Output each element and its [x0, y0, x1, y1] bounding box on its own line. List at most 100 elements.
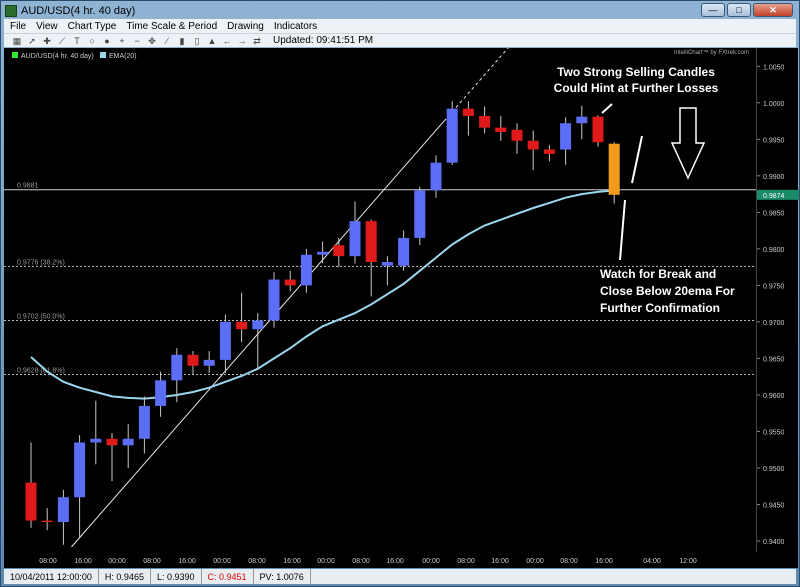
- zoom-out-icon[interactable]: −: [132, 36, 142, 46]
- status-high: H: 0.9465: [99, 569, 151, 584]
- candle-body: [122, 438, 134, 446]
- ema-legend-swatch: [100, 52, 106, 58]
- close-button[interactable]: ✕: [753, 3, 793, 17]
- menu-time-scale[interactable]: Time Scale & Period: [126, 21, 217, 32]
- candle-body: [349, 221, 361, 257]
- candle-body: [219, 321, 231, 360]
- price-tick-label: 0.9850: [763, 210, 785, 217]
- time-tick-label: 08:00: [39, 558, 57, 565]
- price-tick-label: 0.9800: [763, 247, 785, 254]
- chart-area[interactable]: AUD/USD(4 hr. 40 day) EMA(20) IntelliChart…: [4, 12, 756, 552]
- candle-body: [138, 405, 150, 439]
- candle-icon[interactable]: ▯: [192, 36, 202, 46]
- time-tick-label: 08:00: [143, 558, 161, 565]
- grid-icon[interactable]: ▦: [12, 36, 22, 46]
- candle-body: [381, 262, 393, 266]
- maximize-button[interactable]: □: [727, 3, 751, 17]
- candle-body: [252, 320, 264, 330]
- candle-body: [592, 116, 604, 143]
- price-axis-svg: 1.0050 1.0000 0.9950 0.9900 0.9850 0.9800 0.97…: [757, 64, 799, 546]
- current-price-label: 0.9874: [763, 193, 785, 200]
- time-tick-label: 12:00: [679, 558, 697, 565]
- price-tick-label: 0.9900: [763, 174, 785, 181]
- line-chart-icon[interactable]: ∕: [162, 36, 172, 46]
- arrow-right-icon[interactable]: →: [237, 36, 247, 46]
- area-icon[interactable]: ▲: [207, 36, 217, 46]
- zoom-in-icon[interactable]: +: [117, 36, 127, 46]
- time-tick-label: 04:00: [643, 558, 661, 565]
- level-label: 0.9628 (61.8%): [17, 368, 65, 375]
- window-controls: — □ ✕: [701, 3, 793, 17]
- time-tick-label: 08:00: [560, 558, 578, 565]
- trendline-icon[interactable]: ⟋: [57, 36, 67, 46]
- minimize-button[interactable]: —: [701, 3, 725, 17]
- candle-body: [155, 380, 167, 406]
- price-tick-label: 1.0050: [763, 64, 785, 71]
- marker-icon[interactable]: ●: [102, 36, 112, 46]
- cursor-icon[interactable]: ➚: [27, 36, 37, 46]
- level-label: 0.9776 (38.2%): [17, 259, 65, 266]
- candle-body: [414, 190, 426, 238]
- pan-icon[interactable]: ✥: [147, 36, 157, 46]
- time-tick-label: 00:00: [108, 558, 126, 565]
- annotation-bottom-line: Close Below 20ema For: [600, 284, 735, 298]
- price-tick-label: 0.9700: [763, 320, 785, 327]
- time-tick-label: 16:00: [74, 558, 92, 565]
- price-axis[interactable]: 1.0050 1.0000 0.9950 0.9900 0.9850 0.9800 0.97…: [756, 48, 799, 552]
- candle-body: [576, 116, 588, 124]
- title-bar[interactable]: AUD/USD(4 hr. 40 day) — □ ✕: [5, 3, 795, 19]
- app-window: AUD/USD(4 hr. 40 day) — □ ✕ File View Ch…: [0, 0, 800, 587]
- candle-body: [236, 321, 248, 330]
- candle-body: [171, 354, 183, 381]
- circle-icon[interactable]: ○: [87, 36, 97, 46]
- menu-view[interactable]: View: [36, 21, 58, 32]
- price-tick-label: 0.9600: [763, 393, 785, 400]
- pointer-line-3: [619, 199, 626, 261]
- price-tick-label: 0.9650: [763, 356, 785, 363]
- time-axis[interactable]: 08:00 16:00 00:00 08:00 16:00 00:00 08:00 16:00…: [4, 552, 756, 568]
- candle-body: [284, 279, 296, 286]
- menu-chart-type[interactable]: Chart Type: [68, 21, 117, 32]
- time-tick-label: 16:00: [491, 558, 509, 565]
- scroll-icon[interactable]: ⇄: [252, 36, 262, 46]
- annotation-top-line: Two Strong Selling Candles: [557, 65, 715, 79]
- window-title: AUD/USD(4 hr. 40 day): [21, 5, 136, 17]
- annotation-bottom-line: Further Confirmation: [600, 301, 720, 315]
- time-tick-label: 08:00: [457, 558, 475, 565]
- candle-body: [365, 221, 377, 263]
- time-axis-svg: 08:00 16:00 00:00 08:00 16:00 00:00 08:00 16:00…: [39, 558, 697, 565]
- app-icon: [5, 5, 17, 17]
- time-tick-label: 00:00: [213, 558, 231, 565]
- status-close: C: 0.9451: [202, 569, 254, 584]
- candlestick-chart[interactable]: AUD/USD(4 hr. 40 day) EMA(20) IntelliChart…: [4, 12, 756, 552]
- candle-body: [398, 237, 410, 266]
- price-tick-label: 0.9950: [763, 137, 785, 144]
- time-tick-label: 08:00: [248, 558, 266, 565]
- chart-symbol-label: AUD/USD(4 hr. 40 day): [21, 53, 94, 60]
- candle-body: [106, 438, 118, 446]
- toolbar: ▦ ➚ ✚ ⟋ T ○ ● + − ✥ ∕ ▮ ▯ ▲ ← → ⇄ Update…: [4, 33, 796, 47]
- menu-drawing[interactable]: Drawing: [227, 21, 264, 32]
- trendline-extension: [443, 12, 540, 122]
- status-low: L: 0.9390: [151, 569, 202, 584]
- bar-chart-icon[interactable]: ▮: [177, 36, 187, 46]
- series-legend-swatch: [12, 52, 18, 58]
- crosshair-icon[interactable]: ✚: [42, 36, 52, 46]
- time-tick-label: 00:00: [526, 558, 544, 565]
- candle-body: [333, 245, 345, 257]
- price-tick-label: 0.9450: [763, 503, 785, 510]
- price-tick-label: 1.0000: [763, 101, 785, 108]
- candle-body: [462, 108, 474, 116]
- pointer-line-1: [631, 135, 643, 184]
- menu-file[interactable]: File: [10, 21, 26, 32]
- candle-body: [560, 123, 572, 150]
- menu-bar: File View Chart Type Time Scale & Period…: [4, 19, 796, 33]
- candle-body: [74, 442, 86, 498]
- menu-indicators[interactable]: Indicators: [274, 21, 317, 32]
- price-tick-label: 0.9400: [763, 539, 785, 546]
- arrow-left-icon[interactable]: ←: [222, 36, 232, 46]
- text-icon[interactable]: T: [72, 36, 82, 46]
- candle-body: [268, 279, 280, 321]
- ema-legend-label: EMA(20): [109, 53, 137, 60]
- status-bar: 10/04/2011 12:00:00 H: 0.9465 L: 0.9390 …: [4, 569, 796, 584]
